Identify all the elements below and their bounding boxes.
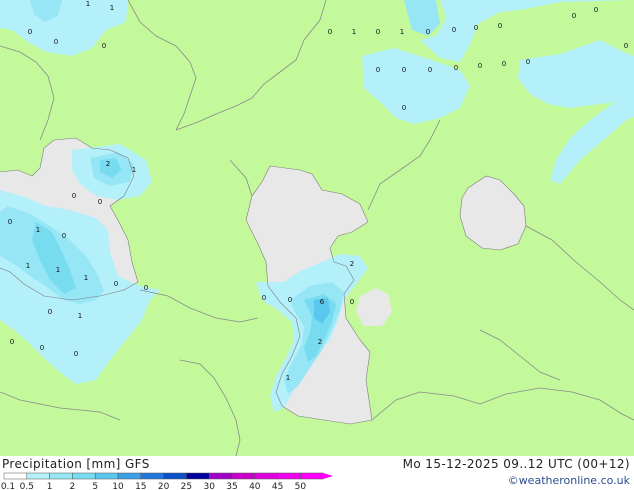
legend-swatch [72, 472, 96, 480]
precip-value-label: 1 [26, 262, 30, 270]
precip-value-label: 0 [376, 66, 380, 74]
precip-value-label: 0 [454, 64, 458, 72]
legend-tick-label: 1 [47, 482, 53, 490]
precip-value-label: 0 [262, 294, 266, 302]
precip-value-label: 1 [286, 374, 290, 382]
precipitation-map: 0 0 0 1 1 0 1 0 1 0 0 0 0 0 0 0 0 0 0 0 0 0 0 0 2 1 0 0 1 0 1 1 1 0 1 0 0 0 0 0… [0, 0, 634, 456]
precip-value-label: 1 [84, 274, 88, 282]
precip-value-label: 6 [320, 298, 325, 306]
precip-value-label: 0 [402, 66, 406, 74]
legend-tick-label: 45 [272, 482, 283, 490]
precip-value-label: 1 [56, 266, 60, 274]
precip-value-label: 0 [498, 22, 502, 30]
legend-swatch [186, 472, 210, 480]
legend-swatch [26, 472, 50, 480]
precip-value-label: 0 [594, 6, 598, 14]
footer-credit: ©weatheronline.co.uk [507, 474, 630, 487]
legend-tick-label: 50 [295, 482, 307, 490]
legend-swatch [49, 472, 73, 480]
precip-value-label: 0 [526, 58, 530, 66]
legend-tick-label: 20 [158, 482, 170, 490]
precip-value-label: 1 [36, 226, 40, 234]
precip-value-label: 0 [288, 296, 292, 304]
precip-value-label: 0 [98, 198, 102, 206]
legend-swatch [254, 472, 278, 480]
precip-value-label: 1 [110, 4, 114, 12]
legend-swatch [94, 472, 119, 480]
precip-value-label: 0 [572, 12, 576, 20]
legend-tick-label: 30 [203, 482, 215, 490]
precip-value-label: 0 [114, 280, 118, 288]
precip-value-label: 0 [502, 60, 506, 68]
precip-value-label: 0 [28, 28, 32, 36]
precip-value-label: 1 [78, 312, 82, 320]
legend-swatch [231, 472, 256, 480]
precip-value-label: 1 [132, 166, 136, 174]
footer: Precipitation [mm] GFS Mo 15-12-2025 09.… [0, 456, 634, 490]
legend-swatch [208, 472, 233, 480]
precip-value-label: 0 [62, 232, 66, 240]
legend-tick-label: 15 [135, 482, 146, 490]
precip-value-label: 0 [10, 338, 14, 346]
precip-value-label: 0 [40, 344, 44, 352]
legend-tick-label: 40 [249, 482, 261, 490]
footer-title: Precipitation [mm] GFS [2, 457, 150, 471]
legend-tick-label: 10 [112, 482, 124, 490]
legend-swatch [163, 472, 187, 480]
legend-tick-label: 0.5 [20, 482, 34, 490]
precip-value-label: 1 [352, 28, 356, 36]
precip-value-label: 0 [426, 28, 430, 36]
precip-value-label: 1 [86, 0, 90, 8]
precip-value-label: 0 [350, 298, 354, 306]
precipitation-color-legend: 0.1 0.5 1 2 5 10 15 20 25 30 35 40 45 50 [1, 472, 334, 490]
precip-value-label: 0 [8, 218, 12, 226]
precip-value-label: 0 [402, 104, 406, 112]
precip-value-label: 0 [624, 42, 628, 50]
precip-value-label: 0 [328, 28, 332, 36]
legend-overflow-arrow [323, 473, 334, 479]
precip-value-label: 0 [452, 26, 456, 34]
legend-tick-label: 25 [181, 482, 192, 490]
legend-tick-label: 5 [92, 482, 98, 490]
precip-value-label: 2 [318, 338, 322, 346]
precip-value-label: 2 [106, 160, 110, 168]
precip-value-label: 0 [376, 28, 380, 36]
legend-tick-label: 0.1 [1, 482, 15, 490]
legend-swatch [117, 472, 142, 480]
precip-value-label: 0 [428, 66, 432, 74]
legend-swatch [277, 472, 301, 480]
precip-value-label: 1 [400, 28, 404, 36]
precip-value-label: 0 [72, 192, 76, 200]
precip-value-label: 0 [474, 24, 478, 32]
precip-value-label: 0 [102, 42, 106, 50]
legend-swatch [140, 472, 164, 480]
legend-tick-label: 2 [70, 482, 76, 490]
footer-datetime: Mo 15-12-2025 09..12 UTC (00+12) [402, 457, 630, 471]
precip-value-label: 0 [54, 38, 58, 46]
legend-tick-label: 35 [226, 482, 237, 490]
precip-value-label: 0 [478, 62, 482, 70]
precip-value-label: 0 [74, 350, 78, 358]
precip-value-label: 0 [144, 284, 148, 292]
legend-swatch [3, 472, 28, 480]
legend-swatch [300, 472, 324, 480]
precip-value-label: 2 [350, 260, 354, 268]
precip-value-label: 0 [48, 308, 52, 316]
